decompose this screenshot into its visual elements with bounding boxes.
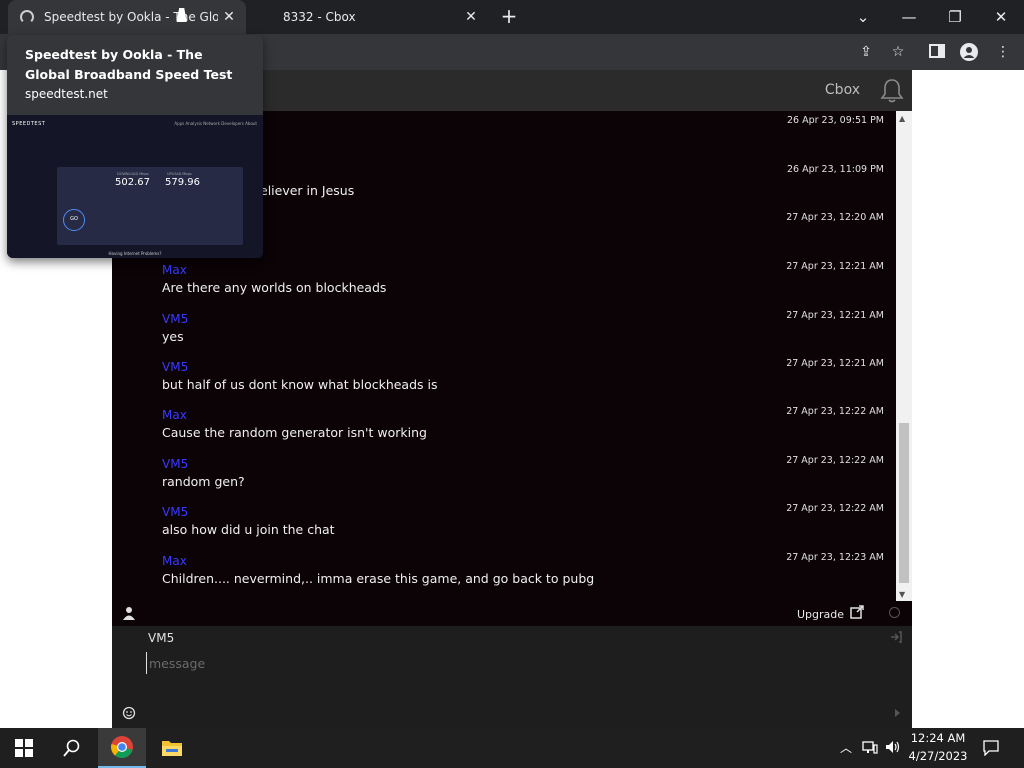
side-panel-icon[interactable]	[928, 43, 946, 61]
message-time: 27 Apr 23, 12:22 AM	[786, 455, 884, 466]
user-icon[interactable]	[122, 606, 136, 620]
close-window-icon[interactable]: ✕	[978, 0, 1024, 34]
message-text: random gen?	[162, 474, 245, 489]
emoji-icon[interactable]	[122, 706, 136, 720]
new-tab-button[interactable]: +	[498, 6, 520, 28]
message-text: Are there any worlds on blockheads	[162, 280, 387, 295]
tab-title: 8332 - Cbox	[283, 10, 356, 24]
message-input[interactable]	[146, 652, 846, 674]
message-text: but half of us dont know what blockheads…	[162, 377, 438, 392]
tab-title: Speedtest by Ookla - The Global Broadban…	[44, 10, 218, 24]
chat-scrollbar[interactable]: ▲ ▼	[896, 111, 912, 601]
message-time: 27 Apr 23, 12:23 AM	[786, 552, 884, 563]
volume-icon[interactable]	[885, 740, 901, 756]
tab-search-icon[interactable]: ⌄	[840, 0, 886, 34]
menu-kebab-icon[interactable]: ⋮	[994, 43, 1012, 61]
message-author[interactable]: VM5	[162, 505, 188, 519]
scroll-down-icon[interactable]: ▼	[899, 590, 905, 599]
chat-message: 26 Apr 23, 11:09 PM eliever in Jesus	[162, 160, 884, 208]
message-author[interactable]: Max	[162, 263, 187, 277]
chat-message: 26 Apr 23, 09:51 PM	[162, 111, 884, 159]
network-icon[interactable]	[862, 740, 878, 756]
message-author[interactable]: VM5	[162, 312, 188, 326]
message-composer: VM5	[112, 626, 912, 728]
message-time: 27 Apr 23, 12:21 AM	[786, 310, 884, 321]
windows-start-icon[interactable]	[0, 728, 48, 768]
scrollbar-thumb[interactable]	[899, 423, 909, 583]
cbox-title: Cbox	[824, 82, 860, 98]
popout-icon[interactable]	[850, 605, 864, 619]
screen: Speedtest by Ookla - The Global Broadban…	[0, 0, 1024, 768]
tab-close-icon[interactable]: ✕	[218, 9, 240, 25]
bell-icon[interactable]	[880, 78, 904, 104]
message-time: 27 Apr 23, 12:22 AM	[786, 503, 884, 514]
restore-icon[interactable]: ❐	[932, 0, 978, 34]
chat-message: VM5 27 Apr 23, 12:22 AM random gen?	[162, 451, 884, 499]
tab-cbox[interactable]: 8332 - Cbox ✕	[248, 0, 488, 34]
status-indicator-icon	[889, 607, 900, 618]
thumb-upload-value: 579.96	[165, 177, 200, 188]
message-time: 27 Apr 23, 12:21 AM	[786, 358, 884, 369]
chat-message: VM5 27 Apr 23, 12:21 AM yes	[162, 306, 884, 354]
sign-in-icon[interactable]	[890, 631, 902, 643]
composer-username[interactable]: VM5	[148, 631, 174, 645]
chat-message: VM5 27 Apr 23, 12:21 AM but half of us d…	[162, 354, 884, 402]
notifications-icon[interactable]	[983, 740, 999, 757]
thumb-result-panel	[57, 167, 243, 245]
bookmark-star-icon[interactable]: ☆	[889, 43, 907, 61]
thumb-footer: Having Internet Problems?	[108, 251, 162, 256]
chat-message: Max 27 Apr 23, 12:22 AM Cause the random…	[162, 402, 884, 450]
message-text: Children.... nevermind,.. imma erase thi…	[162, 571, 595, 586]
message-time: 26 Apr 23, 09:51 PM	[786, 115, 884, 126]
message-text: eliever in Jesus	[260, 183, 355, 198]
message-time: 27 Apr 23, 12:22 AM	[786, 406, 884, 417]
message-author[interactable]: Max	[162, 554, 187, 568]
chat-message: VM5 27 Apr 23, 12:22 AM also how did u j…	[162, 499, 884, 547]
message-author[interactable]: VM5	[162, 360, 188, 374]
speedtest-favicon-icon	[20, 10, 34, 24]
preview-thumbnail: SPEEDTEST Apps Analysis Network Develope…	[7, 115, 263, 258]
minimize-icon[interactable]: —	[886, 0, 932, 34]
message-time: 27 Apr 23, 12:21 AM	[786, 261, 884, 272]
scroll-up-icon[interactable]: ▲	[899, 114, 905, 123]
message-time: 27 Apr 23, 12:20 AM	[786, 212, 884, 223]
taskbar: ︿ 12:24 AM 4/27/2023	[0, 728, 1024, 768]
message-text: Cause the random generator isn't working	[162, 425, 427, 440]
search-icon[interactable]	[48, 728, 96, 768]
tab-strip: Speedtest by Ookla - The Global Broadban…	[0, 0, 1024, 34]
thumb-upload-label: UPLOAD Mbps	[167, 172, 192, 176]
message-text: yes	[162, 329, 184, 344]
message-time: 26 Apr 23, 11:09 PM	[786, 164, 884, 175]
preview-title: Speedtest by Ookla - The Global Broadban…	[25, 47, 233, 82]
message-author[interactable]: VM5	[162, 457, 188, 471]
tab-hover-preview: Speedtest by Ookla - The Global Broadban…	[7, 35, 263, 258]
share-icon[interactable]: ⇪	[857, 43, 875, 61]
message-text: also how did u join the chat	[162, 522, 335, 537]
cbox-status-bar: Upgrade	[112, 601, 912, 626]
profile-avatar-icon[interactable]	[960, 43, 978, 61]
thumb-go-button: GO	[63, 209, 85, 231]
thumb-download-value: 502.67	[115, 177, 150, 188]
upgrade-link[interactable]: Upgrade	[797, 608, 844, 621]
chrome-taskbar-icon[interactable]	[98, 728, 146, 768]
message-author[interactable]: Max	[162, 408, 187, 422]
clock-time[interactable]: 12:24 AM	[905, 731, 971, 745]
chat-message: 27 Apr 23, 12:20 AM	[162, 208, 884, 256]
file-explorer-icon[interactable]	[148, 728, 196, 768]
preview-url: speedtest.net	[25, 87, 108, 101]
thumb-nav: Apps Analysis Network Developers About	[174, 121, 257, 126]
send-arrow-icon[interactable]	[895, 709, 900, 717]
tab-speedtest[interactable]: Speedtest by Ookla - The Global Broadban…	[8, 0, 246, 34]
clock-date[interactable]: 4/27/2023	[905, 749, 971, 763]
chat-message: Max 27 Apr 23, 12:21 AM Are there any wo…	[162, 257, 884, 305]
tab-close-icon[interactable]: ✕	[460, 9, 482, 25]
thumb-brand: SPEEDTEST	[12, 121, 46, 127]
chat-message: Max 27 Apr 23, 12:23 AM Children.... nev…	[162, 548, 884, 596]
thumb-download-label: DOWNLOAD Mbps	[117, 172, 149, 176]
show-hidden-icons-icon[interactable]: ︿	[838, 740, 854, 756]
